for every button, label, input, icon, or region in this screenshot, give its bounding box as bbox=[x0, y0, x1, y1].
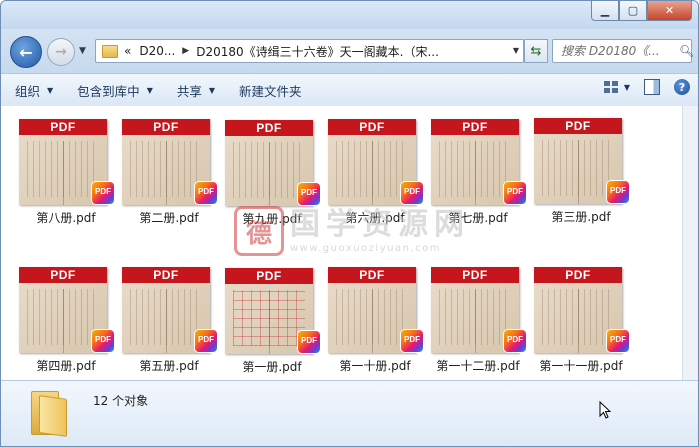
preview-pane-icon[interactable] bbox=[644, 79, 660, 95]
include-in-library-label: 包含到库中 bbox=[77, 83, 140, 99]
close-button[interactable]: ✕ bbox=[647, 1, 692, 21]
pdf-band-label: PDF bbox=[225, 268, 313, 284]
minimize-button[interactable]: ▁ bbox=[591, 1, 619, 21]
pdf-band-label: PDF bbox=[534, 267, 622, 283]
mouse-cursor-icon bbox=[599, 401, 611, 419]
file-name[interactable]: 第一十一册.pdf bbox=[521, 357, 641, 374]
change-view-icon[interactable] bbox=[603, 81, 618, 93]
organize-label: 组织 bbox=[15, 83, 41, 99]
search-box[interactable]: 🔍︎ bbox=[552, 39, 694, 63]
explorer-window: ▁ ▢ ✕ ← → ▼ « D20... ▶ D20180《诗缉三十六卷》天一阁… bbox=[0, 0, 699, 447]
refresh-button[interactable]: ⇆ bbox=[524, 39, 548, 63]
folder-icon bbox=[102, 44, 118, 58]
file-item[interactable]: PDF PDF 第八册.pdf bbox=[6, 108, 114, 226]
recent-pages-button[interactable]: ▼ bbox=[79, 46, 86, 56]
details-pane: 12 个对象 bbox=[1, 380, 698, 446]
new-folder-button[interactable]: 新建文件夹 bbox=[239, 81, 302, 100]
back-button[interactable]: ← bbox=[10, 36, 42, 68]
pdf-band-label: PDF bbox=[225, 120, 313, 136]
chevron-down-icon: ▼ bbox=[79, 46, 86, 56]
file-name[interactable]: 第五册.pdf bbox=[109, 357, 229, 374]
pdf-badge-text: PDF bbox=[610, 186, 626, 195]
forward-button[interactable]: → bbox=[47, 38, 75, 66]
organize-menu[interactable]: 组织 ▼ bbox=[15, 81, 53, 100]
pdf-badge-text: PDF bbox=[610, 335, 626, 344]
title-bar: ▁ ▢ ✕ bbox=[1, 1, 698, 29]
file-name[interactable]: 第六册.pdf bbox=[315, 209, 435, 226]
item-count: 12 个对象 bbox=[93, 394, 149, 408]
file-item[interactable]: PDF PDF 第一册.pdf bbox=[212, 257, 320, 375]
pdf-band-label: PDF bbox=[19, 119, 107, 135]
file-name[interactable]: 第三册.pdf bbox=[521, 208, 641, 225]
file-name[interactable]: 第七册.pdf bbox=[418, 209, 538, 226]
file-list[interactable]: PDF PDF 第八册.pdf PDF PDF 第二册.pdf PDF PDF 第九册.pdf P… bbox=[1, 106, 682, 380]
maximize-button[interactable]: ▢ bbox=[619, 1, 647, 21]
file-item[interactable]: PDF PDF 第一十二册.pdf bbox=[418, 256, 526, 374]
pdf-band-label: PDF bbox=[19, 267, 107, 283]
vertical-scrollbar[interactable] bbox=[682, 106, 698, 380]
file-name[interactable]: 第一十二册.pdf bbox=[418, 357, 538, 374]
back-arrow-icon: ← bbox=[19, 42, 33, 62]
address-prefix[interactable]: « bbox=[124, 44, 131, 58]
file-item[interactable]: PDF PDF 第二册.pdf bbox=[109, 108, 217, 226]
file-name[interactable]: 第二册.pdf bbox=[109, 209, 229, 226]
address-bar[interactable]: « D20... ▶ D20180《诗缉三十六卷》天一阁藏本.（宋... ▼ bbox=[95, 39, 524, 63]
chevron-down-icon[interactable]: ▼ bbox=[624, 83, 630, 92]
search-icon[interactable]: 🔍︎ bbox=[679, 44, 694, 58]
file-item[interactable]: PDF PDF 第六册.pdf bbox=[315, 108, 423, 226]
chevron-right-icon[interactable]: ▶ bbox=[182, 46, 189, 56]
share-menu[interactable]: 共享 ▼ bbox=[177, 81, 215, 100]
file-item[interactable]: PDF PDF 第三册.pdf bbox=[521, 107, 629, 225]
chevron-down-icon: ▼ bbox=[146, 85, 153, 95]
chevron-down-icon[interactable]: ▼ bbox=[513, 46, 519, 55]
help-icon[interactable]: ? bbox=[674, 79, 690, 95]
breadcrumb-current[interactable]: D20180《诗缉三十六卷》天一阁藏本.（宋... bbox=[196, 43, 439, 60]
view-controls: ▼ ? bbox=[603, 79, 690, 95]
file-item[interactable]: PDF PDF 第一十一册.pdf bbox=[521, 256, 629, 374]
file-name[interactable]: 第九册.pdf bbox=[212, 210, 332, 227]
pdf-app-icon: PDF bbox=[607, 181, 629, 203]
folder-icon bbox=[31, 391, 67, 437]
pdf-band-label: PDF bbox=[328, 119, 416, 135]
file-item[interactable]: PDF PDF 第九册.pdf bbox=[212, 109, 320, 227]
chevron-down-icon: ▼ bbox=[47, 85, 54, 95]
pdf-band-label: PDF bbox=[122, 119, 210, 135]
file-name[interactable]: 第四册.pdf bbox=[6, 357, 126, 374]
command-bar: 组织 ▼ 包含到库中 ▼ 共享 ▼ 新建文件夹 ▼ ? bbox=[1, 73, 698, 107]
pdf-app-icon: PDF bbox=[607, 330, 629, 352]
chevron-down-icon: ▼ bbox=[208, 85, 216, 95]
include-in-library-menu[interactable]: 包含到库中 ▼ bbox=[77, 81, 153, 100]
new-folder-label: 新建文件夹 bbox=[239, 83, 302, 99]
breadcrumb-parent[interactable]: D20... bbox=[139, 44, 175, 58]
pdf-band-label: PDF bbox=[431, 119, 519, 135]
search-input[interactable] bbox=[561, 44, 679, 58]
file-item[interactable]: PDF PDF 第七册.pdf bbox=[418, 108, 526, 226]
pdf-band-label: PDF bbox=[431, 267, 519, 283]
file-item[interactable]: PDF PDF 第一十册.pdf bbox=[315, 256, 423, 374]
pdf-band-label: PDF bbox=[534, 118, 622, 134]
file-item[interactable]: PDF PDF 第四册.pdf bbox=[6, 256, 114, 374]
file-name[interactable]: 第一十册.pdf bbox=[315, 357, 435, 374]
forward-arrow-icon: → bbox=[55, 44, 67, 60]
file-name[interactable]: 第八册.pdf bbox=[6, 209, 126, 226]
file-name[interactable]: 第一册.pdf bbox=[212, 358, 332, 375]
pdf-band-label: PDF bbox=[328, 267, 416, 283]
navigation-bar: ← → ▼ « D20... ▶ D20180《诗缉三十六卷》天一阁藏本.（宋.… bbox=[1, 29, 698, 73]
refresh-icon: ⇆ bbox=[530, 43, 542, 59]
share-label: 共享 bbox=[176, 83, 202, 99]
file-item[interactable]: PDF PDF 第五册.pdf bbox=[109, 256, 217, 374]
window-controls: ▁ ▢ ✕ bbox=[591, 1, 692, 21]
pdf-band-label: PDF bbox=[122, 267, 210, 283]
